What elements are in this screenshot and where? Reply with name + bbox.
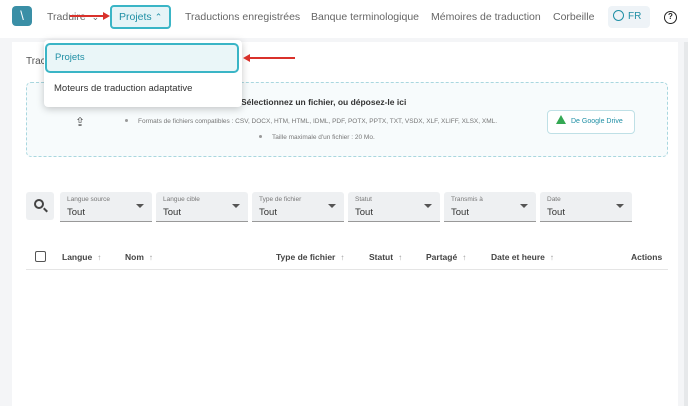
upload-icon[interactable]: ⇪ [75, 115, 85, 129]
page-title: Trac [26, 56, 46, 67]
globe-icon [613, 10, 624, 21]
filter-sent-to[interactable]: Transmis à Tout [444, 192, 536, 222]
dropdown-caret-icon [520, 204, 528, 208]
google-drive-icon [556, 115, 566, 124]
dropdown-caret-icon [232, 204, 240, 208]
arrow-head-icon [103, 12, 110, 20]
nav-item-projets[interactable]: Projets ⌃ [110, 5, 172, 29]
chevron-down-icon: ⌄ [91, 12, 100, 22]
dropdown-caret-icon [616, 204, 624, 208]
arrow-shaft [70, 15, 104, 17]
column-header-actions: Actions [631, 252, 663, 262]
column-header-partage[interactable]: Partagé ↑ [426, 252, 466, 262]
nav-item-traduire[interactable]: Traduire ⌄ [47, 11, 99, 23]
filter-date[interactable]: Date Tout [540, 192, 632, 222]
bullet-icon [125, 119, 128, 122]
dropdown-caret-icon [424, 204, 432, 208]
filter-label: Transmis à [451, 196, 483, 203]
supported-formats-text: Formats de fichiers compatibles : CSV, D… [125, 118, 497, 125]
select-all-checkbox[interactable] [35, 251, 46, 262]
filter-label: Statut [355, 196, 372, 203]
nav-item-label: Projets [119, 11, 152, 23]
filter-file-type[interactable]: Type de fichier Tout [252, 192, 344, 222]
filter-target-language[interactable]: Langue cible Tout [156, 192, 248, 222]
nav-item-traductions-enregistrees[interactable]: Traductions enregistrées [185, 11, 300, 23]
filter-value: Tout [163, 207, 181, 218]
google-drive-label: De Google Drive [571, 118, 623, 125]
menu-item-projets[interactable]: Projets [45, 43, 239, 73]
sort-arrow-icon: ↑ [340, 253, 345, 262]
table-header: Langue ↑ Nom ↑ Type de fichier ↑ Statut ↑ Pa… [26, 246, 668, 270]
dropzone-title: Sélectionnez un fichier, ou déposez-le i… [241, 97, 407, 107]
supported-formats-label: Formats de fichiers compatibles : CSV, D… [138, 118, 498, 125]
column-label: Date et heure [491, 252, 545, 262]
column-label: Nom [125, 252, 144, 262]
nav-item-label: Traduire [47, 11, 86, 23]
dropdown-caret-icon [136, 204, 144, 208]
sort-arrow-icon: ↑ [462, 253, 467, 262]
arrow-shaft [249, 57, 295, 59]
search-icon [34, 199, 44, 209]
column-header-langue[interactable]: Langue ↑ [62, 252, 101, 262]
column-label: Type de fichier [276, 252, 336, 262]
filter-source-language[interactable]: Langue source Tout [60, 192, 152, 222]
max-size-label: Taille maximale d'un fichier : 20 Mo. [272, 134, 375, 141]
menu-item-moteurs-traduction-adaptative[interactable]: Moteurs de traduction adaptative [54, 83, 192, 94]
sort-arrow-icon: ↑ [549, 253, 554, 262]
nav-item-memoires-de-traduction[interactable]: Mémoires de traduction [431, 11, 541, 23]
filter-label: Type de fichier [259, 196, 302, 203]
dropdown-caret-icon [328, 204, 336, 208]
app-logo[interactable]: \ [12, 6, 32, 26]
language-code: FR [628, 11, 642, 22]
projets-dropdown-menu: Projets Moteurs de traduction adaptative [44, 40, 242, 107]
filter-label: Langue source [67, 196, 111, 203]
chevron-up-icon: ⌃ [154, 12, 163, 22]
column-header-date-et-heure[interactable]: Date et heure ↑ [491, 252, 554, 262]
filter-status[interactable]: Statut Tout [348, 192, 440, 222]
nav-item-corbeille[interactable]: Corbeille [553, 11, 594, 23]
filter-value: Tout [355, 207, 373, 218]
search-button[interactable] [26, 192, 54, 220]
bullet-icon [259, 135, 262, 138]
sort-arrow-icon: ↑ [97, 253, 102, 262]
filter-value: Tout [451, 207, 469, 218]
filter-value: Tout [259, 207, 277, 218]
column-header-statut[interactable]: Statut ↑ [369, 252, 402, 262]
sort-arrow-icon: ↑ [148, 253, 153, 262]
google-drive-button[interactable]: De Google Drive [547, 110, 635, 134]
language-selector[interactable]: FR [608, 6, 650, 28]
filter-label: Date [547, 196, 561, 203]
column-header-type-de-fichier[interactable]: Type de fichier ↑ [276, 252, 344, 262]
filter-label: Langue cible [163, 196, 200, 203]
column-label: Langue [62, 252, 93, 262]
column-label: Partagé [426, 252, 458, 262]
sort-arrow-icon: ↑ [398, 253, 403, 262]
help-icon[interactable]: ? [664, 11, 677, 24]
max-size-text: Taille maximale d'un fichier : 20 Mo. [259, 134, 375, 141]
column-header-nom[interactable]: Nom ↑ [125, 252, 153, 262]
scrollbar[interactable] [684, 42, 688, 406]
column-label: Statut [369, 252, 394, 262]
filter-value: Tout [67, 207, 85, 218]
nav-item-banque-terminologique[interactable]: Banque terminologique [311, 11, 419, 23]
filter-value: Tout [547, 207, 565, 218]
